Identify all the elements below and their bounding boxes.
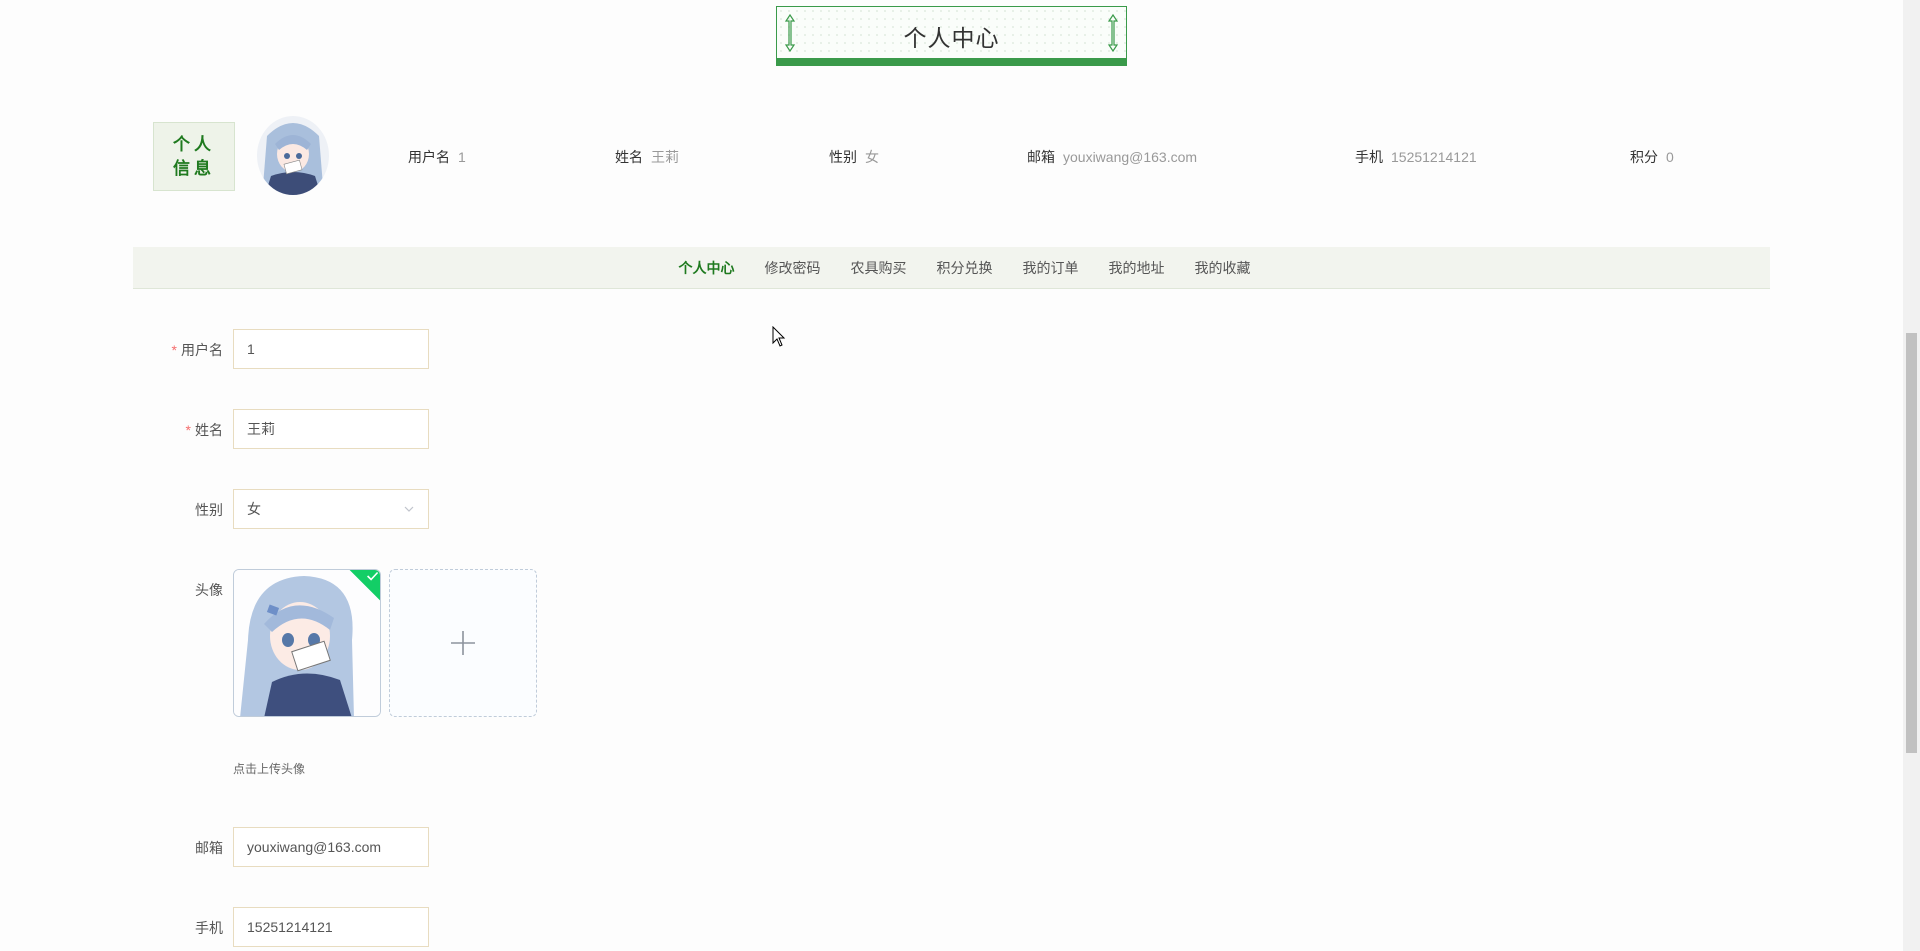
info-label: 积分 [1630, 149, 1658, 165]
phone-input[interactable] [233, 907, 429, 947]
mouse-cursor-icon [772, 326, 786, 347]
info-label: 手机 [1355, 149, 1383, 165]
username-label: * 用户名 [103, 340, 223, 360]
avatar [257, 116, 329, 195]
avatar-upload-button[interactable] [389, 569, 537, 717]
info-label: 用户名 [408, 149, 450, 165]
avatar-preview[interactable] [233, 569, 381, 717]
plus-icon [451, 631, 475, 655]
info-label: 姓名 [615, 149, 643, 165]
tab-personal-center[interactable]: 个人中心 [679, 258, 735, 278]
tab-change-password[interactable]: 修改密码 [765, 258, 821, 278]
gender-select-value: 女 [247, 501, 261, 517]
name-input[interactable] [233, 409, 429, 449]
avatar-image [234, 570, 380, 716]
tab-my-orders[interactable]: 我的订单 [1023, 258, 1079, 278]
info-label: 性别 [829, 149, 857, 165]
check-icon [367, 571, 379, 581]
info-gender: 性别女 [829, 147, 879, 167]
page-title: 个人中心 [903, 25, 1000, 51]
name-label-text: 姓名 [195, 422, 223, 438]
email-input[interactable] [233, 827, 429, 867]
scrollbar-thumb[interactable] [1906, 333, 1917, 753]
info-value: 王莉 [651, 149, 679, 165]
avatar-label: 头像 [195, 582, 223, 598]
info-value: 女 [865, 149, 879, 165]
required-mark: * [171, 342, 177, 358]
chevron-down-icon [404, 506, 414, 512]
info-points: 积分 0 [1630, 147, 1674, 167]
page-scrollbar[interactable] [1903, 0, 1920, 951]
gender-select[interactable]: 女 [233, 489, 429, 529]
info-label: 邮箱 [1027, 149, 1055, 165]
info-value: 0 [1666, 149, 1674, 165]
required-mark: * [185, 422, 191, 438]
info-username: 用户名 1 [408, 147, 466, 167]
user-center-nav: 个人中心 修改密码 农具购买 积分兑换 我的订单 我的地址 我的收藏 [133, 247, 1770, 289]
gender-label: 性别 [195, 502, 223, 518]
info-email: 邮箱 youxiwang@163.com [1027, 147, 1197, 167]
username-input[interactable] [233, 329, 429, 369]
user-info-badge: 个人信息 [153, 122, 235, 191]
user-info-badge-label: 个人信息 [173, 134, 215, 178]
info-value: 1 [458, 149, 466, 165]
info-name: 姓名 王莉 [615, 147, 679, 167]
tab-points-exchange[interactable]: 积分兑换 [937, 258, 993, 278]
email-label: 邮箱 [195, 840, 223, 856]
info-phone: 手机 15251214121 [1355, 147, 1477, 167]
name-label: * 姓名 [103, 420, 223, 440]
ornament-icon [1107, 13, 1119, 53]
tab-tool-purchase[interactable]: 农具购买 [851, 258, 907, 278]
info-value: youxiwang@163.com [1063, 149, 1198, 165]
info-value: 15251214121 [1391, 149, 1477, 165]
tab-my-favorites[interactable]: 我的收藏 [1195, 258, 1251, 278]
phone-label: 手机 [195, 920, 223, 936]
username-label-text: 用户名 [181, 342, 223, 358]
tab-my-address[interactable]: 我的地址 [1109, 258, 1165, 278]
avatar-upload-tip: 点击上传头像 [233, 762, 306, 776]
page-title-banner: 个人中心 [776, 6, 1127, 66]
